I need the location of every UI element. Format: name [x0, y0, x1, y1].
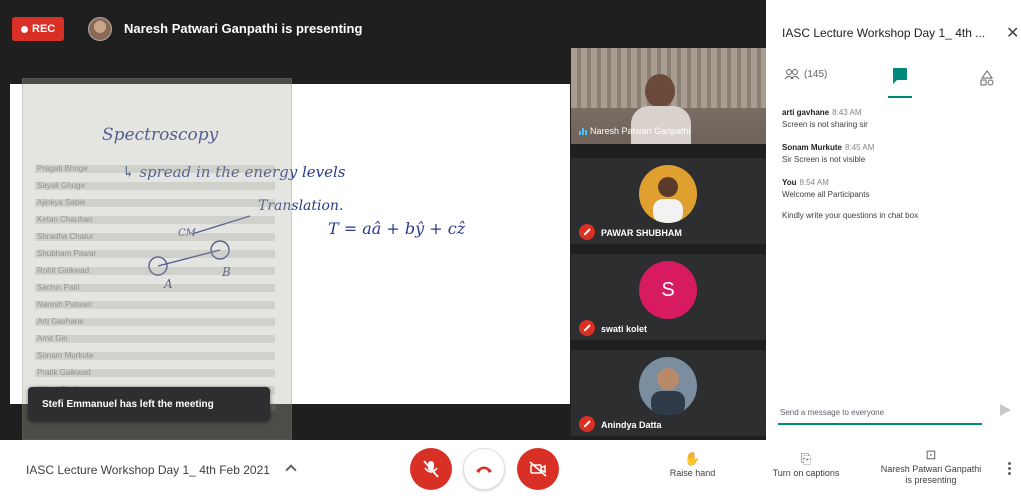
avatar: S — [639, 261, 697, 319]
message-time: 8:43 AM — [832, 108, 862, 117]
avatar — [639, 357, 697, 415]
presenter-camera: Naresh Patwari Ganpathi — [571, 48, 766, 144]
participant-tile[interactable]: Anindya Datta — [571, 350, 766, 436]
top-bar: REC Naresh Patwari Ganpathi is presentin… — [0, 0, 766, 52]
chat-messages: arti gavhane 8:43 AM Screen is not sharin… — [782, 108, 1012, 234]
record-dot-icon — [21, 25, 28, 33]
participant-tile[interactable]: PAWAR SHUBHAM — [571, 158, 766, 244]
mic-off-icon — [579, 224, 595, 240]
panel-title: IASC Lecture Workshop Day 1_ 4th ... — [782, 26, 986, 40]
chat-panel: IASC Lecture Workshop Day 1_ 4th ... ✕ (… — [766, 0, 1021, 440]
activities-icon — [980, 70, 994, 86]
people-count: (145) — [804, 68, 828, 80]
avatar — [639, 165, 697, 223]
ghost-list-name: Shradha Chatur — [37, 232, 94, 241]
ghost-list-name: Sachin Patil — [37, 283, 80, 292]
mic-off-icon — [579, 416, 595, 432]
chat-message: Sonam Murkute 8:45 AM Sir Screen is not v… — [782, 143, 1012, 164]
message-text: Sir Screen is not visible — [782, 155, 866, 164]
ghost-list-name: Naresh Patwari — [37, 300, 92, 309]
mic-toggle-button[interactable] — [410, 448, 452, 490]
participant-name: PAWAR SHUBHAM — [601, 228, 682, 238]
people-icon — [784, 69, 800, 80]
presenter-avatar — [88, 17, 112, 41]
rec-label: REC — [32, 23, 56, 35]
present-screen-icon: ⊡ — [925, 447, 937, 462]
ghost-list-name: Ajinkya Sable — [37, 198, 86, 207]
ghost-list-row — [35, 335, 275, 343]
ghost-list-name: Sayali Ghuge — [37, 181, 86, 190]
leave-call-button[interactable] — [463, 448, 505, 490]
captions-icon: ⎘ — [800, 451, 812, 466]
more-options-icon[interactable] — [1008, 462, 1011, 476]
meeting-stage: REC Naresh Patwari Ganpathi is presentin… — [0, 0, 766, 440]
bottom-bar: IASC Lecture Workshop Day 1_ 4th Feb 202… — [0, 440, 1021, 496]
message-time: 8:54 AM — [799, 178, 829, 187]
meeting-title: IASC Lecture Workshop Day 1_ 4th Feb 202… — [26, 463, 270, 477]
captions-button[interactable]: ⎘ Turn on captions — [766, 452, 846, 479]
message-sender: Sonam Murkute — [782, 143, 843, 152]
ghost-list-name: Shubham Pawar — [37, 249, 97, 258]
presenting-button[interactable]: ⊡ Naresh Patwari Ganpathi is presenting — [868, 448, 994, 486]
audio-level-icon — [579, 127, 587, 135]
ghost-list-name: Arti Gavhane — [37, 317, 84, 326]
chevron-up-icon[interactable] — [285, 464, 297, 476]
participant-tile[interactable]: S swati kolet — [571, 254, 766, 340]
message-sender: arti gavhane — [782, 108, 830, 117]
chat-message: arti gavhane 8:43 AM Screen is not sharin… — [782, 108, 1012, 129]
mic-off-icon — [579, 320, 595, 336]
ghost-list-name: Ketan Chauhan — [37, 215, 93, 224]
mic-off-icon — [423, 460, 439, 478]
notification-toast: Stefi Emmanuel has left the meeting — [28, 387, 270, 421]
message-sender: You — [782, 178, 797, 187]
chat-input[interactable]: Send a message to everyone — [778, 403, 982, 425]
presenter-status: Naresh Patwari Ganpathi is presenting — [124, 21, 363, 36]
send-icon[interactable] — [1000, 404, 1011, 416]
recording-badge: REC — [12, 17, 65, 41]
hang-up-icon — [476, 466, 492, 473]
ghost-list-name: Pragati Bhoge — [37, 164, 88, 173]
camera-toggle-button[interactable] — [517, 448, 559, 490]
chat-message: You 8:54 AM Welcome all Participants Kind… — [782, 178, 1012, 220]
ghost-list-name: Rohit Gaikwad — [37, 266, 90, 275]
message-text: Welcome all Participants — [782, 190, 870, 199]
whiteboard-equation: T = aâ + bŷ + cẑ — [328, 219, 466, 238]
chat-icon — [893, 68, 907, 84]
tab-people[interactable]: (145) — [784, 68, 827, 80]
raise-hand-button[interactable]: ✋ Raise hand — [665, 452, 720, 479]
tab-chat[interactable] — [888, 66, 912, 98]
message-time: 8:45 AM — [845, 143, 875, 152]
tab-activities[interactable] — [980, 70, 994, 86]
participant-name: Anindya Datta — [601, 420, 662, 430]
hand-icon: ✋ — [684, 451, 701, 466]
presenter-cam-label: Naresh Patwari Ganpathi — [579, 126, 691, 136]
message-text: Kindly write your questions in chat box — [782, 211, 919, 220]
panel-tabs: (145) — [766, 62, 1021, 98]
overlay-participant-window: Pragati Bhoge Sayali Ghuge Ajinkya Sable Ke… — [22, 78, 292, 440]
ghost-list-name: Pratik Gaikwad — [37, 368, 91, 377]
participant-name: swati kolet — [601, 324, 648, 334]
ghost-list-name: Amit Giri — [37, 334, 68, 343]
message-text: Screen is not sharing sir — [782, 120, 868, 129]
camera-off-icon — [529, 461, 547, 477]
ghost-list-name: Sonam Murkute — [37, 351, 94, 360]
close-icon[interactable]: ✕ — [1006, 23, 1019, 43]
